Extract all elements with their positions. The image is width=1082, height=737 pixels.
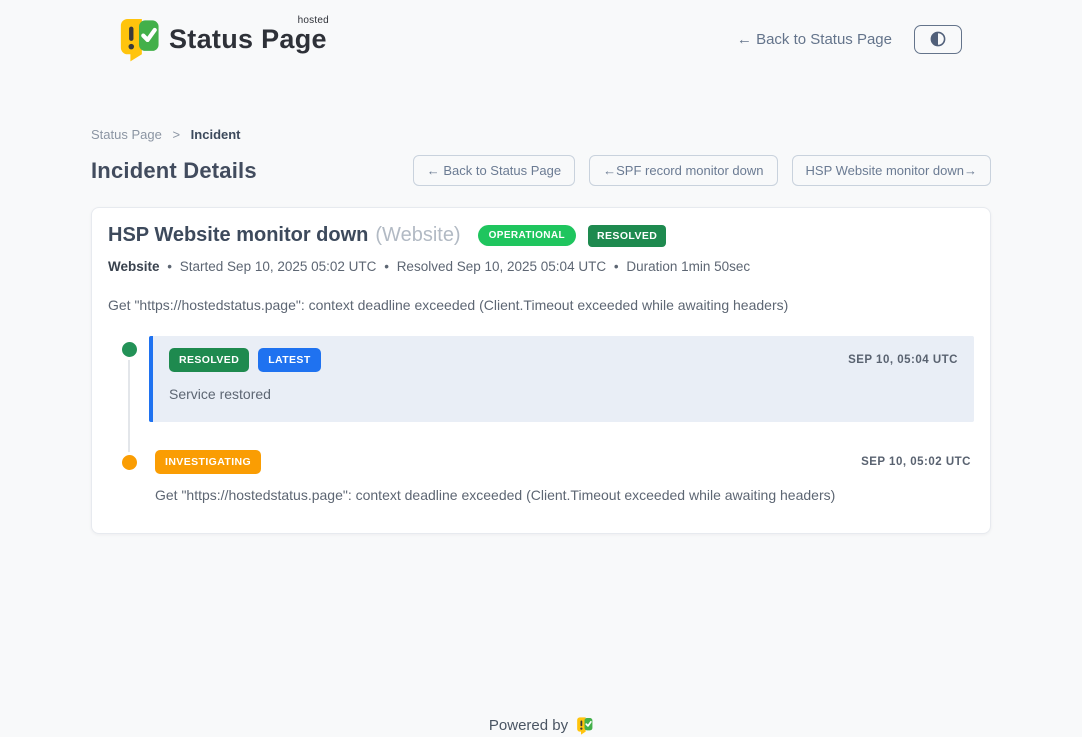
timeline-entry-badges: RESOLVED LATEST	[169, 348, 321, 372]
operational-badge: OPERATIONAL	[478, 225, 576, 246]
brand-superscript: hosted	[298, 15, 329, 26]
header-actions: ← Back to Status Page	[737, 25, 962, 54]
latest-timeline-badge: LATEST	[258, 348, 320, 372]
breadcrumb-status-page[interactable]: Status Page	[91, 127, 162, 142]
powered-by[interactable]: Powered by	[489, 716, 593, 735]
meta-component: Website	[108, 259, 160, 274]
incident-title: HSP Website monitor down	[108, 224, 368, 247]
resolved-badge: RESOLVED	[588, 225, 666, 247]
timeline-entry-investigating: INVESTIGATING SEP 10, 05:02 UTC Get "htt…	[108, 449, 974, 503]
meta-separator: •	[384, 259, 389, 274]
brand-name: Status Page hosted	[169, 24, 329, 55]
timeline-entry-header: RESOLVED LATEST SEP 10, 05:04 UTC	[169, 348, 958, 372]
main-content: Status Page > Incident Incident Details …	[91, 127, 991, 534]
incident-description: Get "https://hostedstatus.page": context…	[108, 297, 974, 313]
page-title: Incident Details	[91, 158, 257, 184]
half-circle-contrast-icon	[929, 30, 947, 48]
header-back-link[interactable]: ← Back to Status Page	[737, 31, 892, 48]
timeline-entry-resolved: RESOLVED LATEST SEP 10, 05:04 UTC Servic…	[108, 336, 974, 422]
meta-separator: •	[614, 259, 619, 274]
timeline-entry-timestamp: SEP 10, 05:04 UTC	[848, 354, 958, 366]
timeline-dot-column	[108, 449, 149, 503]
app-header: Status Page hosted ← Back to Status Page	[0, 0, 1082, 64]
timeline-entry-header: INVESTIGATING SEP 10, 05:02 UTC	[155, 450, 971, 474]
timeline-dot-column	[108, 336, 149, 422]
timeline-entry-body: RESOLVED LATEST SEP 10, 05:04 UTC Servic…	[149, 336, 974, 422]
investigating-timeline-badge: INVESTIGATING	[155, 450, 261, 474]
meta-duration: Duration 1min 50sec	[626, 259, 750, 274]
incident-meta: Website • Started Sep 10, 2025 05:02 UTC…	[108, 259, 974, 274]
breadcrumb-separator: >	[172, 127, 180, 142]
incident-component: (Website)	[375, 224, 460, 247]
incident-card: HSP Website monitor down (Website) OPERA…	[91, 207, 991, 534]
timeline-entry-badges: INVESTIGATING	[155, 450, 261, 474]
resolved-timeline-badge: RESOLVED	[169, 348, 249, 372]
meta-resolved: Resolved Sep 10, 2025 05:04 UTC	[397, 259, 606, 274]
breadcrumb-incident: Incident	[191, 127, 241, 142]
breadcrumb: Status Page > Incident	[91, 127, 991, 142]
timeline-entry-timestamp: SEP 10, 05:02 UTC	[861, 456, 971, 468]
back-to-status-page-button[interactable]: ← Back to Status Page	[413, 155, 575, 186]
status-page-logo-icon	[118, 16, 160, 62]
incident-title-row: HSP Website monitor down (Website) OPERA…	[108, 224, 974, 247]
timeline-entry-message: Service restored	[169, 386, 958, 402]
prev-incident-button[interactable]: ←SPF record monitor down	[589, 155, 777, 186]
title-row: Incident Details ← Back to Status Page ←…	[91, 155, 991, 186]
status-page-logo-icon	[576, 716, 593, 735]
incident-timeline: RESOLVED LATEST SEP 10, 05:04 UTC Servic…	[108, 336, 974, 503]
page-footer: Powered by © 2025-10-08 14:10:34.772084 …	[0, 716, 1082, 737]
next-incident-button[interactable]: HSP Website monitor down→	[792, 155, 991, 186]
brand-logo[interactable]: Status Page hosted	[118, 16, 329, 62]
timeline-entry-message: Get "https://hostedstatus.page": context…	[155, 487, 971, 503]
powered-by-label: Powered by	[489, 717, 568, 734]
meta-separator: •	[167, 259, 172, 274]
theme-toggle-button[interactable]	[914, 25, 962, 54]
green-status-dot-icon	[119, 339, 140, 360]
timeline-entry-body: INVESTIGATING SEP 10, 05:02 UTC Get "htt…	[149, 449, 974, 503]
orange-status-dot-icon	[119, 452, 140, 473]
incident-nav-buttons: ← Back to Status Page ←SPF record monito…	[413, 155, 991, 186]
meta-started: Started Sep 10, 2025 05:02 UTC	[180, 259, 377, 274]
